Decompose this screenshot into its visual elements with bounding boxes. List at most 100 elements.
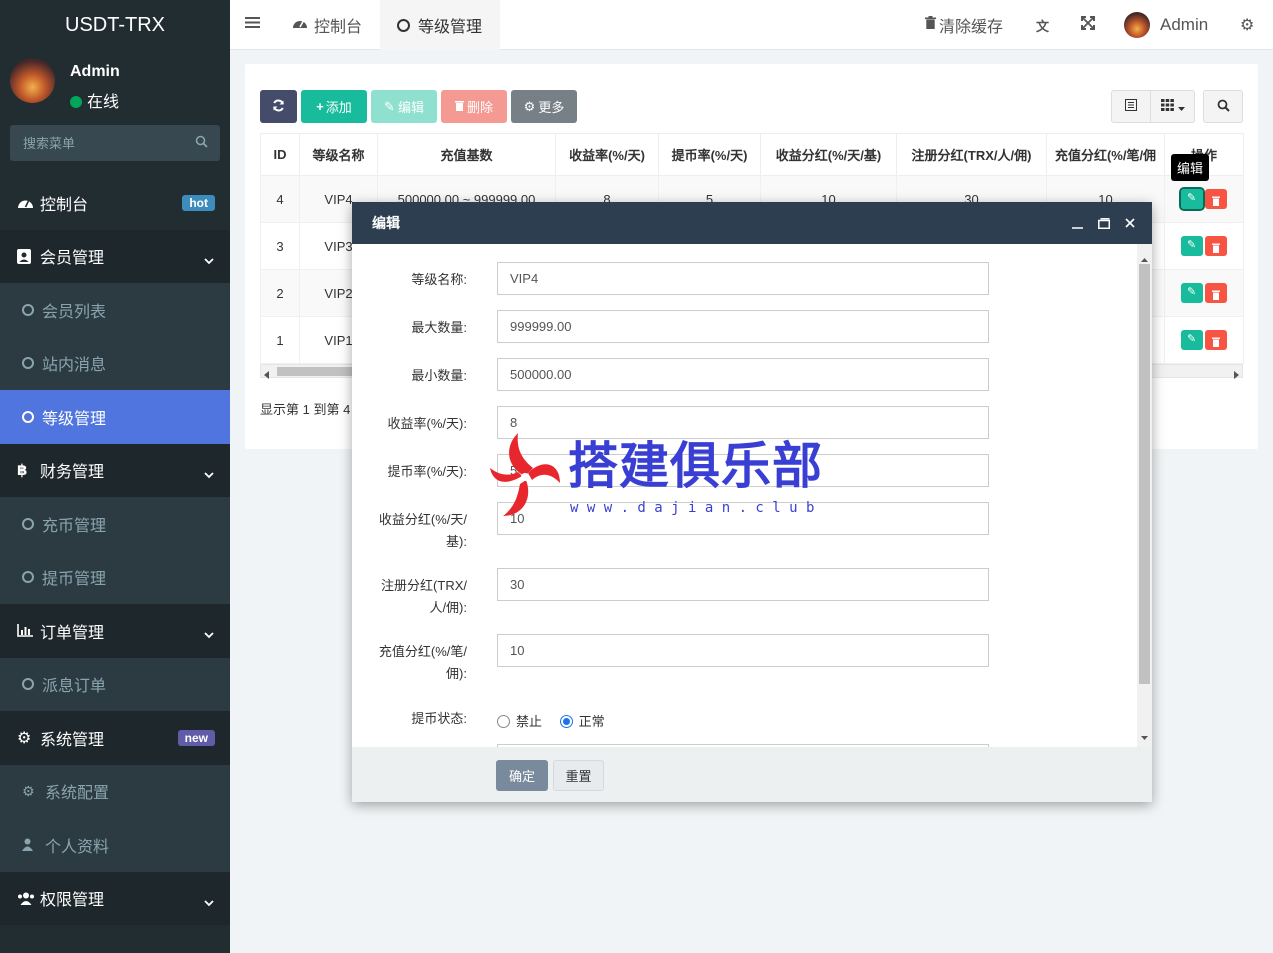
sidebar-item-withdraw[interactable]: 提币管理	[0, 550, 230, 604]
dividend-input[interactable]: 10	[497, 502, 989, 535]
recharge-bonus-input[interactable]: 10	[497, 634, 989, 667]
columns-button[interactable]	[1151, 90, 1195, 123]
dialog-header[interactable]: 编辑	[352, 202, 1152, 244]
field-label: 等级名称:	[411, 272, 467, 287]
clear-cache-button[interactable]: 清除缓存	[925, 0, 1003, 50]
cogs-icon: ⚙	[17, 729, 32, 747]
sidebar-item-system-config[interactable]: ⚙ 系统配置	[0, 764, 230, 818]
user-card-icon	[17, 248, 37, 264]
scroll-up-icon[interactable]	[1141, 250, 1148, 265]
search-button[interactable]	[1203, 90, 1243, 123]
column-header[interactable]: 提币率(%/天)	[658, 133, 761, 176]
column-header[interactable]: 充值基数	[377, 133, 556, 176]
sidebar-item-system[interactable]: ⚙ 系统管理 new	[0, 711, 230, 765]
radio-circle[interactable]	[497, 715, 510, 728]
register-bonus-input[interactable]: 30	[497, 568, 989, 601]
min-amount-input[interactable]: 500000.00	[497, 358, 989, 391]
search-icon[interactable]	[195, 135, 208, 151]
edit-button[interactable]: ✎ 编辑	[371, 90, 437, 123]
sidebar-item-label: 会员管理	[40, 250, 105, 268]
cell-id: 4	[260, 175, 300, 223]
sidebar-item-dividend-orders[interactable]: 派息订单	[0, 657, 230, 711]
row-edit-button[interactable]: ✎	[1181, 236, 1203, 256]
sidebar-item-deposit[interactable]: 充币管理	[0, 497, 230, 551]
scrollbar-thumb[interactable]	[277, 367, 357, 376]
fullscreen-button[interactable]	[1081, 0, 1095, 50]
tab-level[interactable]: 等级管理	[380, 0, 500, 50]
row-delete-button[interactable]	[1205, 330, 1227, 350]
column-header[interactable]: ID	[260, 133, 300, 176]
sidebar-item-messages[interactable]: 站内消息	[0, 336, 230, 390]
row-edit-button[interactable]: ✎	[1181, 330, 1203, 350]
reset-button[interactable]: 重置	[553, 760, 604, 791]
trash-icon	[454, 99, 464, 114]
radio-circle[interactable]	[559, 715, 573, 728]
sidebar-item-label: 权限管理	[40, 892, 105, 910]
sidebar-item-member-list[interactable]: 会员列表	[0, 283, 230, 337]
trash-icon	[1212, 288, 1220, 303]
menu-toggle-button[interactable]	[245, 0, 260, 50]
sidebar-item-orders[interactable]: 订单管理	[0, 604, 230, 658]
scroll-down-icon[interactable]	[1141, 728, 1148, 743]
scrollbar-thumb[interactable]	[1139, 264, 1150, 684]
toggle-view-button[interactable]	[1111, 90, 1151, 123]
sidebar-item-finance[interactable]: ฿ 财务管理	[0, 443, 230, 497]
column-header[interactable]: 注册分红(TRX/人/佣)	[896, 133, 1047, 176]
table-tools	[1111, 90, 1243, 123]
dialog-vertical-scrollbar[interactable]	[1137, 244, 1152, 747]
more-label: 更多	[538, 100, 565, 115]
row-edit-button[interactable]: ✎	[1179, 187, 1205, 211]
row-delete-button[interactable]	[1205, 236, 1227, 256]
confirm-button[interactable]: 确定	[496, 760, 548, 791]
radio-disabled[interactable]: 禁止	[497, 714, 542, 729]
column-header[interactable]: 充值分红(%/笔/佣	[1046, 133, 1165, 176]
brand-logo[interactable]: USDT-TRX	[0, 0, 230, 50]
trash-icon	[1212, 241, 1220, 256]
minimize-icon[interactable]	[1072, 202, 1083, 244]
sidebar-item-dashboard[interactable]: 控制台 hot	[0, 176, 230, 230]
column-header[interactable]: 收益分红(%/天/基)	[760, 133, 897, 176]
trash-icon	[1212, 194, 1220, 209]
yield-rate-input[interactable]: 8	[497, 406, 989, 439]
circle-icon	[397, 18, 410, 32]
more-button[interactable]: ⚙ 更多	[511, 90, 577, 123]
menu-search-input[interactable]	[10, 125, 180, 161]
field-label: 收益分红(%/天/基):	[362, 509, 467, 553]
add-label: 添加	[325, 100, 352, 115]
sidebar-item-member[interactable]: 会员管理	[0, 229, 230, 283]
circle-icon	[22, 303, 34, 316]
language-button[interactable]: 文	[1036, 0, 1049, 50]
chevron-down-icon	[204, 894, 214, 912]
add-button[interactable]: + 添加	[301, 90, 367, 123]
close-icon[interactable]	[1125, 202, 1135, 244]
trash-icon	[1212, 335, 1220, 350]
sidebar-item-permissions[interactable]: 权限管理	[0, 871, 230, 925]
pencil-icon: ✎	[1187, 192, 1197, 204]
delete-button[interactable]: 删除	[441, 90, 507, 123]
row-delete-button[interactable]	[1205, 283, 1227, 303]
user-status-text: 在线	[87, 94, 120, 111]
level-name-input[interactable]: VIP4	[497, 262, 989, 295]
column-header[interactable]: 等级名称	[299, 133, 378, 176]
refresh-button[interactable]	[260, 90, 297, 123]
max-amount-input[interactable]: 999999.00	[497, 310, 989, 343]
grid-icon	[1160, 99, 1174, 114]
scroll-left-icon[interactable]	[264, 367, 269, 382]
caret-down-icon	[1177, 99, 1185, 114]
sidebar-item-profile[interactable]: 个人资料	[0, 818, 230, 872]
cell-id: 3	[260, 222, 300, 270]
row-edit-button[interactable]: ✎	[1181, 283, 1203, 303]
edit-dialog: 编辑 等级名称: VIP4 最大数量: 999999.00 最小数量: 5000…	[352, 202, 1152, 802]
field-label-line: 收益分红(%/天/	[378, 512, 467, 527]
settings-button[interactable]: ⚙	[1240, 0, 1254, 50]
tab-dashboard[interactable]: 控制台	[282, 0, 372, 50]
radio-normal[interactable]: 正常	[559, 714, 605, 729]
cell-actions: ✎	[1164, 222, 1244, 270]
user-menu[interactable]: Admin	[1124, 0, 1208, 50]
maximize-icon[interactable]	[1098, 202, 1110, 244]
scroll-right-icon[interactable]	[1234, 367, 1239, 382]
withdraw-rate-input[interactable]: 5	[497, 454, 989, 487]
row-delete-button[interactable]	[1205, 189, 1227, 209]
sidebar-item-level[interactable]: 等级管理	[0, 390, 230, 444]
column-header[interactable]: 收益率(%/天)	[555, 133, 659, 176]
